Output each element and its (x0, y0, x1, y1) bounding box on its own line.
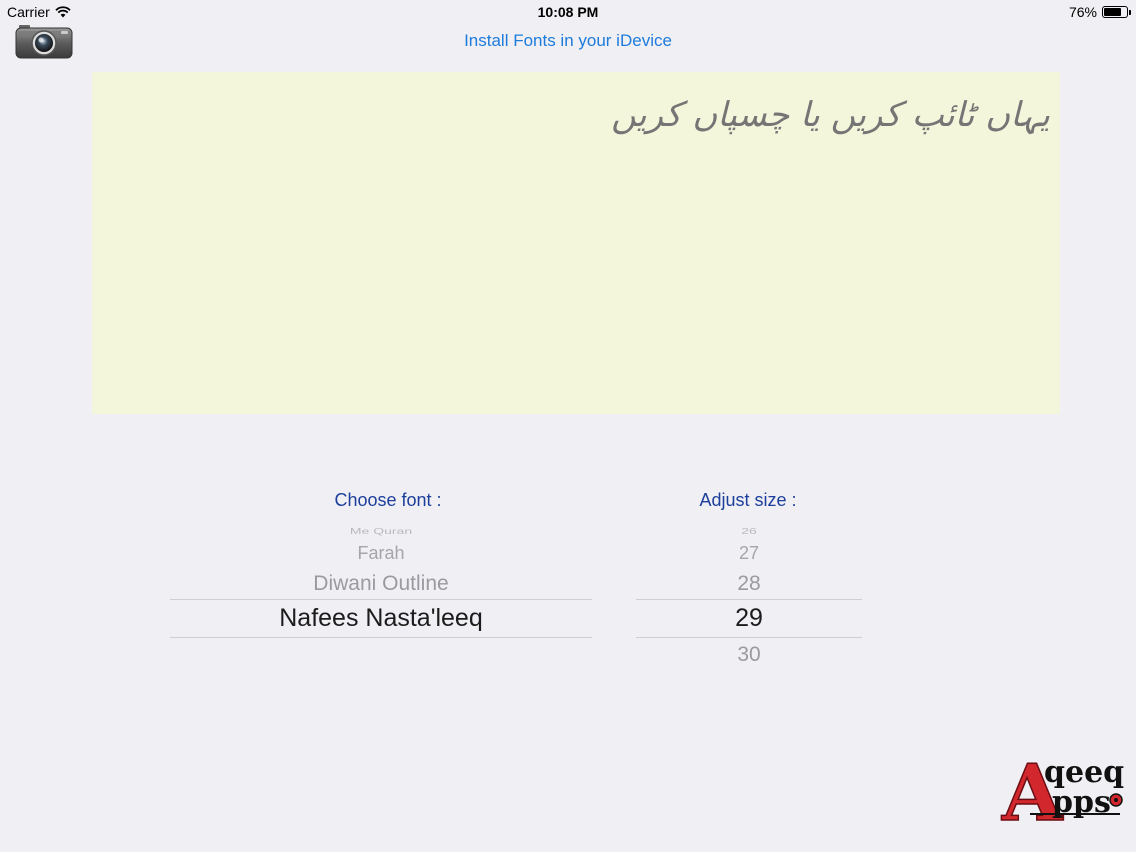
size-option[interactable]: 28 (636, 572, 862, 596)
battery-icon (1102, 6, 1131, 18)
status-battery: 76% (1068, 4, 1131, 20)
status-time: 10:08 PM (537, 4, 599, 20)
font-picker[interactable]: Me Quran Farah Diwani Outline Nafees Nas… (170, 520, 592, 670)
font-option[interactable]: Diwani Outline (170, 572, 592, 596)
size-option[interactable]: 30 (636, 643, 862, 667)
battery-percent: 76% (1068, 4, 1097, 20)
choose-font-label: Choose font : (334, 490, 442, 510)
status-bar: Carrier 10:08 PM 76% (0, 0, 1136, 24)
adjust-size-label: Adjust size : (699, 490, 797, 510)
install-fonts-link[interactable]: Install Fonts in your iDevice (0, 31, 1136, 51)
font-option[interactable]: Farah (170, 543, 592, 564)
size-option[interactable]: 27 (636, 543, 862, 564)
battery-fill (1104, 8, 1121, 16)
aqeeq-apps-logo: A qeeq pps (1000, 747, 1128, 840)
font-option[interactable]: Me Quran (170, 526, 592, 536)
size-option[interactable]: 26 (636, 526, 862, 536)
font-option-selected[interactable]: Nafees Nasta'leeq (170, 604, 592, 633)
size-option-selected[interactable]: 29 (636, 604, 862, 633)
logo-graphic: A qeeq pps (1000, 747, 1124, 840)
urdu-text-editor[interactable] (92, 72, 1060, 414)
size-picker[interactable]: 26 27 28 29 30 (636, 520, 862, 670)
